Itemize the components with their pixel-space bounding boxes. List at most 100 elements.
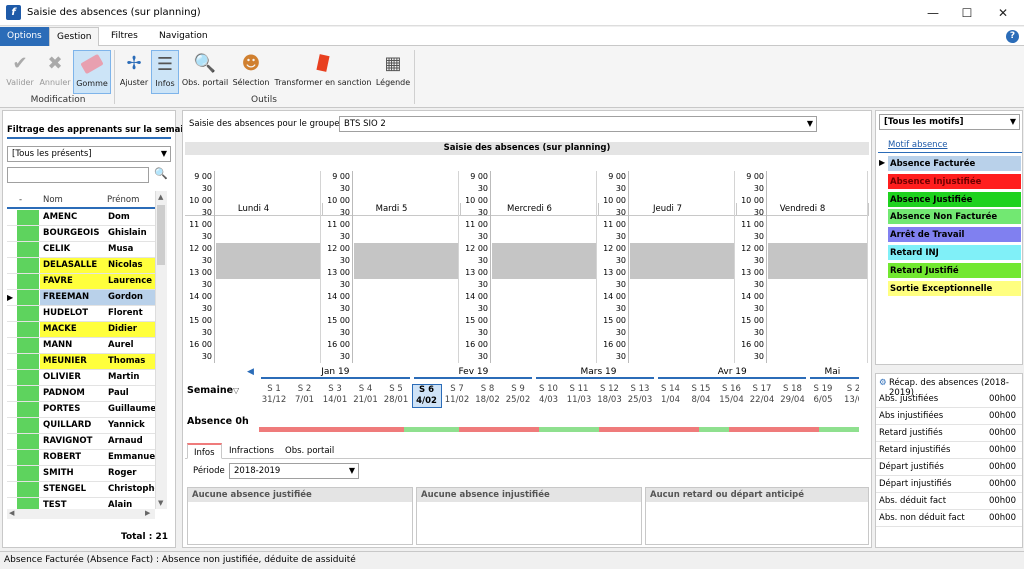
legende-button[interactable]: ▦ Légende: [374, 50, 412, 88]
ajuster-button[interactable]: ✢ Ajuster: [119, 50, 149, 88]
search-icon[interactable]: 🔍: [154, 167, 168, 180]
student-row[interactable]: STENGEL Christophe: [7, 482, 155, 498]
week-cell[interactable]: S 10 4/03: [534, 384, 564, 406]
student-row[interactable]: AMENC Dom: [7, 210, 155, 226]
student-row[interactable]: ROBERT Emmanuel: [7, 450, 155, 466]
student-row[interactable]: CELIK Musa: [7, 242, 155, 258]
week-cell[interactable]: S 15 8/04: [686, 384, 716, 406]
close-icon[interactable]: ✕: [994, 4, 1012, 22]
obs-portail-button[interactable]: 🔍 Obs. portail: [181, 50, 229, 88]
group-select[interactable]: BTS SIO 2 ▼: [339, 116, 817, 132]
day-column[interactable]: [492, 171, 597, 363]
scroll-right-icon[interactable]: ▶: [145, 509, 150, 517]
student-row[interactable]: DELASALLE Nicolas: [7, 258, 155, 274]
time-slot-label: 14 00: [325, 291, 353, 303]
recap-row: Abs. déduit fact 00h00: [876, 493, 1022, 510]
tab-options[interactable]: Options: [0, 27, 49, 46]
tab-navigation[interactable]: Navigation: [152, 27, 215, 46]
week-cell[interactable]: S 13 25/03: [625, 384, 655, 406]
scroll-up-icon[interactable]: ▲: [158, 193, 163, 201]
student-prenom: Laurence: [108, 276, 153, 286]
student-row[interactable]: OLIVIER Martin: [7, 370, 155, 386]
tab-gestion[interactable]: Gestion: [49, 27, 100, 47]
day-column[interactable]: [216, 171, 321, 363]
valider-button[interactable]: ✔ Valider: [4, 50, 36, 88]
transformer-sanction-button[interactable]: Transformer en sanction: [273, 50, 373, 87]
week-cell[interactable]: S 3 14/01: [320, 384, 350, 406]
week-cell[interactable]: S 18 29/04: [778, 384, 808, 406]
motif-header[interactable]: Motif absence: [888, 140, 947, 150]
motif-item[interactable]: Absence Non Facturée: [888, 209, 1021, 226]
week-cell[interactable]: S 12 18/03: [595, 384, 625, 406]
student-row[interactable]: MANN Aurel: [7, 338, 155, 354]
gomme-button[interactable]: Gomme: [73, 50, 111, 94]
week-cell[interactable]: S 19 6/05: [808, 384, 838, 406]
bottom-tabs: Infos Infractions Obs. portail: [185, 441, 871, 459]
infos-button[interactable]: ☰ Infos: [151, 50, 179, 94]
week-cell[interactable]: S 5 28/01: [381, 384, 411, 406]
motif-filter-select[interactable]: [Tous les motifs] ▼: [879, 114, 1020, 130]
minimize-icon[interactable]: —: [924, 4, 942, 22]
presence-filter-select[interactable]: [Tous les présents] ▼: [7, 146, 171, 162]
day-column[interactable]: [630, 171, 735, 363]
student-row[interactable]: PORTES Guillaume: [7, 402, 155, 418]
student-row[interactable]: RAVIGNOT Arnaud: [7, 434, 155, 450]
week-cell[interactable]: S 8 18/02: [473, 384, 503, 406]
motif-item[interactable]: Absence Facturée: [888, 156, 1021, 172]
scroll-down-icon[interactable]: ▼: [158, 499, 163, 507]
annuler-button[interactable]: ✖ Annuler: [38, 50, 72, 88]
tab-infractions[interactable]: Infractions: [223, 443, 280, 459]
time-slot-label: 9 00: [463, 171, 491, 183]
motif-item[interactable]: Sortie Exceptionnelle: [888, 280, 1021, 297]
time-slot-label: 30: [463, 255, 491, 267]
week-cell[interactable]: S 7 11/02: [442, 384, 472, 406]
recap-row: Abs. non déduit fact 00h00: [876, 510, 1022, 527]
week-cell[interactable]: S 16 15/04: [717, 384, 747, 406]
student-row[interactable]: SMITH Roger: [7, 466, 155, 482]
week-cell[interactable]: S 213/0: [839, 384, 859, 406]
student-row[interactable]: FREEMAN Gordon: [7, 290, 155, 306]
time-slot-label: 10 00: [601, 195, 629, 207]
student-row[interactable]: FAVRE Laurence: [7, 274, 155, 290]
timeline-prev-icon[interactable]: ◀: [247, 367, 254, 377]
week-cell[interactable]: S 2 7/01: [290, 384, 320, 406]
week-cell[interactable]: S 14 1/04: [656, 384, 686, 406]
selection-button[interactable]: ☻ Sélection: [231, 50, 271, 88]
motif-item[interactable]: Absence Injustifiée: [888, 173, 1021, 190]
motif-item[interactable]: Retard Justifié: [888, 262, 1021, 279]
student-row[interactable]: MEUNIER Thomas: [7, 354, 155, 370]
week-date: 28/01: [383, 395, 409, 405]
student-row[interactable]: MACKE Didier: [7, 322, 155, 338]
tab-filtres[interactable]: Filtres: [104, 27, 145, 46]
scroll-left-icon[interactable]: ◀: [9, 509, 14, 517]
student-row[interactable]: BOURGEOIS Ghislain: [7, 226, 155, 242]
week-cell[interactable]: S 4 21/01: [351, 384, 381, 406]
week-cell[interactable]: S 17 22/04: [747, 384, 777, 406]
day-column[interactable]: [768, 171, 868, 363]
motif-item[interactable]: Retard INJ: [888, 245, 1021, 261]
motif-panel: [Tous les motifs] ▼ Motif absence ▶ Absen…: [875, 110, 1023, 365]
week-cell[interactable]: S 6 4/02: [411, 384, 442, 408]
week-cell[interactable]: S 9 25/02: [503, 384, 533, 406]
student-row[interactable]: HUDELOT Florent: [7, 306, 155, 322]
motif-item[interactable]: Arrêt de Travail: [888, 227, 1021, 244]
semaine-label: Semaine: [187, 385, 234, 396]
maximize-icon[interactable]: ☐: [958, 4, 976, 22]
day-column[interactable]: [354, 171, 459, 363]
week-cell[interactable]: S 1 31/12: [259, 384, 289, 406]
ribbon: ✔ Valider ✖ Annuler Gomme ✢ Ajuster ☰ In…: [0, 46, 1024, 108]
student-row[interactable]: PADNOM Paul: [7, 386, 155, 402]
scroll-thumb[interactable]: [157, 205, 165, 265]
horizontal-scrollbar[interactable]: [7, 509, 155, 519]
tab-infos[interactable]: Infos: [187, 443, 222, 459]
student-search-input[interactable]: [7, 167, 149, 183]
student-row[interactable]: QUILLARD Yannick: [7, 418, 155, 434]
tab-obs-portail[interactable]: Obs. portail: [279, 443, 340, 459]
week-number: S 2: [297, 384, 312, 394]
help-icon[interactable]: ?: [1006, 30, 1019, 43]
motif-item[interactable]: Absence Justifiée: [888, 191, 1021, 208]
student-prenom: Emmanuel: [108, 452, 155, 462]
week-cell[interactable]: S 11 11/03: [564, 384, 594, 406]
semaine-dropdown-icon[interactable]: ▽: [233, 386, 239, 395]
periode-select[interactable]: 2018-2019 ▼: [229, 463, 359, 479]
